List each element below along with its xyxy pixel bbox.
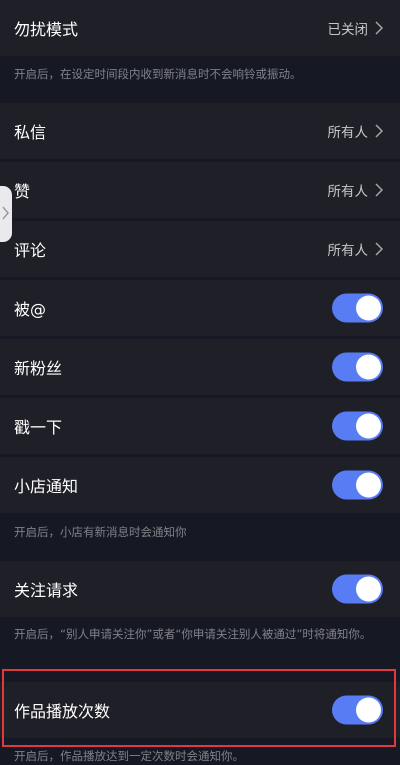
poke-toggle[interactable]: [332, 411, 383, 441]
comment-value: 所有人: [327, 243, 369, 259]
like-value: 所有人: [327, 184, 369, 200]
follow-request-toggle[interactable]: [332, 574, 383, 604]
chevron-right-icon: [2, 206, 9, 220]
follow-request-label: 关注请求: [14, 581, 79, 600]
chevron-right-icon: [375, 21, 384, 35]
shop-notice-label: 小店通知: [14, 477, 79, 496]
chevron-right-icon: [375, 183, 384, 197]
play-note: 开启后，作品播放达到一定次数时会通知你。: [14, 749, 244, 763]
shop-notice-row: 小店通知: [0, 457, 400, 513]
dnd-row[interactable]: 勿扰模式 已关闭: [0, 0, 400, 56]
dm-value: 所有人: [327, 125, 369, 141]
toggle-knob: [356, 413, 381, 439]
toggle-knob: [356, 576, 381, 602]
like-label: 赞: [14, 182, 31, 201]
toggle-knob: [356, 295, 381, 321]
mentioned-toggle[interactable]: [332, 293, 383, 323]
comment-label: 评论: [14, 241, 47, 260]
poke-row: 戳一下: [0, 398, 400, 454]
new-fans-label: 新粉丝: [14, 359, 63, 378]
follow-request-row: 关注请求: [0, 561, 400, 617]
play-count-toggle[interactable]: [332, 695, 383, 725]
dm-row[interactable]: 私信 所有人: [0, 103, 400, 159]
chevron-right-icon: [375, 124, 384, 138]
play-count-row: 作品播放次数: [0, 682, 400, 738]
toggle-knob: [356, 472, 381, 498]
mentioned-row: 被@: [0, 280, 400, 336]
shop-notice-toggle[interactable]: [332, 470, 383, 500]
dm-label: 私信: [14, 123, 47, 142]
chevron-right-icon: [375, 242, 384, 256]
shop-note: 开启后，小店有新消息时会通知你: [14, 525, 187, 539]
dnd-label: 勿扰模式: [14, 20, 79, 39]
dnd-value: 已关闭: [327, 22, 369, 38]
play-count-label: 作品播放次数: [14, 702, 111, 721]
mentioned-label: 被@: [14, 300, 47, 319]
toggle-knob: [356, 354, 381, 380]
toggle-knob: [356, 697, 381, 723]
side-handle[interactable]: [0, 186, 12, 242]
dnd-note: 开启后，在设定时间段内收到新消息时不会响铃或振动。: [14, 67, 302, 81]
like-row[interactable]: 赞 所有人: [0, 162, 400, 218]
poke-label: 戳一下: [14, 418, 63, 437]
follow-note: 开启后，“别人申请关注你”或者“你申请关注别人被通过”时将通知你。: [14, 627, 372, 641]
new-fans-row: 新粉丝: [0, 339, 400, 395]
new-fans-toggle[interactable]: [332, 352, 383, 382]
comment-row[interactable]: 评论 所有人: [0, 221, 400, 277]
